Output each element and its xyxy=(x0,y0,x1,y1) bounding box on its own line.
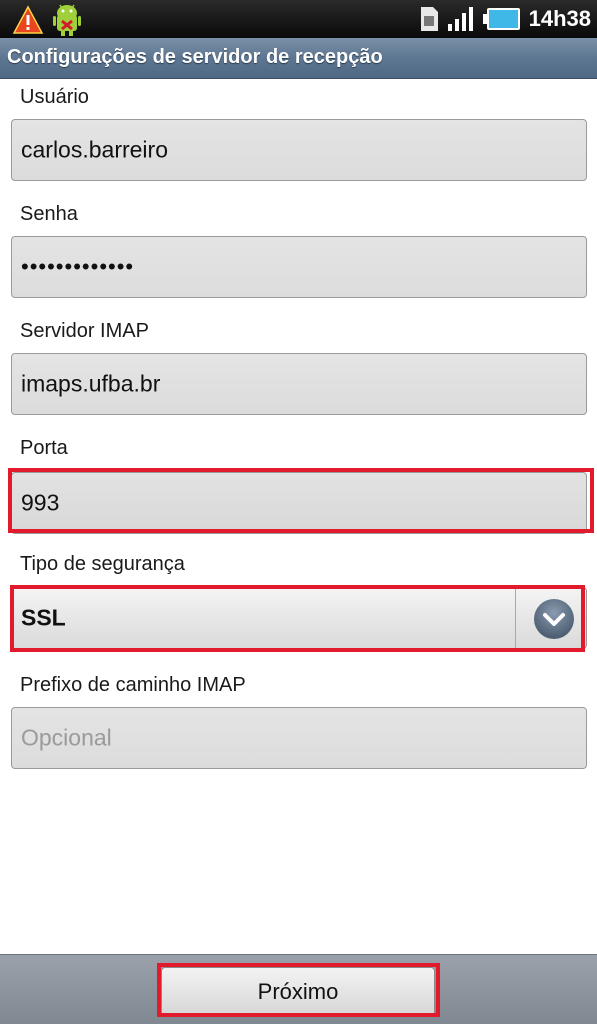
imap-prefix-placeholder: Opcional xyxy=(21,724,112,751)
signal-icon xyxy=(447,7,473,31)
security-type-label: Tipo de segurança xyxy=(20,553,185,575)
android-debug-icon xyxy=(53,4,81,36)
username-field[interactable]: carlos.barreiro xyxy=(11,119,587,181)
port-label: Porta xyxy=(20,437,68,459)
username-value: carlos.barreiro xyxy=(21,136,168,163)
clock: 14h38 xyxy=(528,6,591,31)
battery-icon xyxy=(482,8,520,30)
warning-icon xyxy=(12,5,44,34)
page-title: Configurações de servidor de recepção xyxy=(7,46,383,68)
password-value: ••••••••••••• xyxy=(21,254,135,279)
status-bar: 14h38 xyxy=(0,0,597,38)
system-indicators: 14h38 xyxy=(419,2,591,36)
security-highlight-box xyxy=(10,585,585,652)
imap-prefix-label: Prefixo de caminho IMAP xyxy=(20,674,246,696)
imap-server-label: Servidor IMAP xyxy=(20,320,149,342)
imap-prefix-field[interactable]: Opcional xyxy=(11,707,587,769)
screen: 14h38 Configurações de servidor de recep… xyxy=(0,0,597,1024)
username-label: Usuário xyxy=(20,86,89,108)
notification-icons xyxy=(12,3,84,37)
port-highlight-box xyxy=(8,468,594,533)
title-bar: Configurações de servidor de recepção xyxy=(0,38,597,79)
imap-server-field[interactable]: imaps.ufba.br xyxy=(11,353,587,415)
sim-icon xyxy=(420,7,438,31)
imap-server-value: imaps.ufba.br xyxy=(21,370,161,397)
password-label: Senha xyxy=(20,203,78,225)
password-field[interactable]: ••••••••••••• xyxy=(11,236,587,298)
next-highlight-box xyxy=(157,963,440,1017)
